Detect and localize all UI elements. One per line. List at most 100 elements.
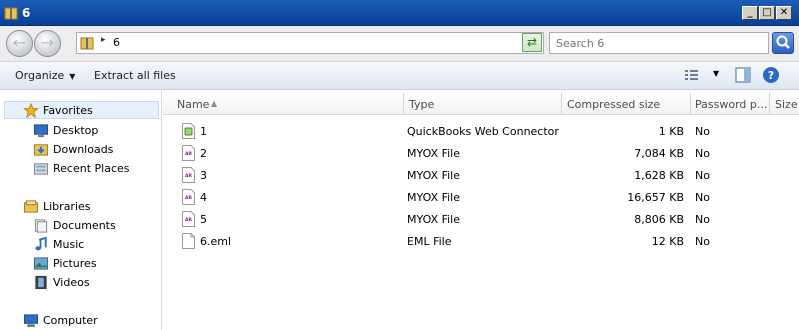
- file-name: 5: [200, 213, 207, 226]
- file-type: MYOX File: [407, 147, 461, 160]
- file-row[interactable]: AR 2 MYOX File 7,084 KB No: [163, 143, 799, 165]
- file-list: Name ▲ Type Compressed size Password p..…: [163, 91, 799, 330]
- nav-libraries-label: Libraries: [43, 200, 91, 213]
- refresh-button[interactable]: ⇄: [522, 33, 542, 52]
- extract-all-button[interactable]: Extract all files: [94, 69, 176, 82]
- preview-pane-icon[interactable]: [735, 67, 751, 83]
- column-compressed-size[interactable]: Compressed size: [562, 93, 691, 115]
- file-compressed-size: 1,628 KB: [634, 169, 684, 182]
- address-bar[interactable]: ▸ 6 ▼: [76, 32, 544, 54]
- file-type: MYOX File: [407, 169, 461, 182]
- file-type: QuickBooks Web Connector ...: [407, 125, 561, 138]
- file-row[interactable]: AR 4 MYOX File 16,657 KB No: [163, 187, 799, 209]
- search-input[interactable]: [550, 33, 768, 53]
- file-password: No: [695, 213, 710, 226]
- sort-up-icon: ▲: [211, 99, 218, 108]
- file-password: No: [695, 235, 710, 248]
- nav-computer[interactable]: Computer: [23, 312, 143, 330]
- column-name-label: Name: [177, 98, 210, 111]
- nav-downloads[interactable]: Downloads: [33, 141, 153, 159]
- nav-downloads-label: Downloads: [53, 143, 114, 156]
- column-header: Name ▲ Type Compressed size Password p..…: [163, 93, 799, 115]
- file-name: 4: [200, 191, 207, 204]
- file-password: No: [695, 125, 710, 138]
- column-name[interactable]: Name ▲: [163, 93, 404, 115]
- file-row[interactable]: AR 3 MYOX File 1,628 KB No: [163, 165, 799, 187]
- help-icon[interactable]: ?: [762, 66, 780, 84]
- nav-videos[interactable]: Videos: [33, 274, 153, 292]
- nav-recent-places-label: Recent Places: [53, 162, 130, 175]
- libraries-icon: [23, 200, 39, 213]
- eml-file-icon: [182, 233, 195, 249]
- zip-folder-icon: [4, 7, 18, 20]
- nav-favorites-label: Favorites: [43, 104, 93, 117]
- svg-text:?: ?: [768, 69, 774, 82]
- music-icon: [35, 237, 47, 251]
- myox-file-icon: AR: [182, 211, 195, 227]
- view-dropdown-icon[interactable]: ▼: [713, 69, 719, 78]
- qwc-file-icon: [182, 123, 195, 139]
- file-compressed-size: 8,806 KB: [634, 213, 684, 226]
- column-size[interactable]: Size: [770, 93, 799, 115]
- svg-text:AR: AR: [185, 151, 192, 157]
- view-options-icon[interactable]: [684, 68, 702, 82]
- svg-text:AR: AR: [185, 173, 192, 179]
- column-type[interactable]: Type: [404, 93, 562, 115]
- nav-music[interactable]: Music: [33, 236, 153, 254]
- file-password: No: [695, 147, 710, 160]
- search-icon: [776, 35, 790, 49]
- nav-desktop[interactable]: Desktop: [33, 122, 153, 140]
- column-size-label: Size: [775, 98, 798, 111]
- maximize-button[interactable]: □: [759, 6, 775, 20]
- file-type: MYOX File: [407, 191, 461, 204]
- breadcrumb-item[interactable]: 6: [113, 36, 120, 49]
- back-button[interactable]: ←: [6, 30, 33, 57]
- svg-text:AR: AR: [185, 217, 192, 223]
- nav-documents[interactable]: Documents: [33, 217, 153, 235]
- nav-pictures-label: Pictures: [53, 257, 97, 270]
- nav-favorites[interactable]: Favorites: [4, 101, 159, 119]
- nav-buttons: ← →: [6, 30, 62, 58]
- documents-icon: [34, 219, 48, 233]
- nav-music-label: Music: [53, 238, 85, 251]
- column-password[interactable]: Password p...: [691, 93, 770, 115]
- nav-documents-label: Documents: [53, 219, 116, 232]
- navigation-pane: Favorites Desktop Downloads Recent Place…: [0, 91, 162, 330]
- file-name: 3: [200, 169, 207, 182]
- file-type: MYOX File: [407, 213, 461, 226]
- file-password: No: [695, 169, 710, 182]
- nav-pictures[interactable]: Pictures: [33, 255, 153, 273]
- breadcrumb-separator-icon[interactable]: ▸: [101, 35, 106, 45]
- nav-desktop-label: Desktop: [53, 124, 99, 137]
- downloads-folder-icon: [33, 144, 49, 156]
- myox-file-icon: AR: [182, 189, 195, 205]
- chevron-down-icon: ▼: [69, 72, 76, 81]
- nav-recent-places[interactable]: Recent Places: [33, 160, 158, 178]
- search-button[interactable]: [772, 32, 794, 54]
- title-bar: 6 _ □ ✕: [0, 0, 799, 26]
- refresh-icon: ⇄: [526, 35, 538, 49]
- search-box[interactable]: [549, 32, 769, 54]
- file-row[interactable]: AR 5 MYOX File 8,806 KB No: [163, 209, 799, 231]
- organize-menu[interactable]: Organize ▼: [15, 69, 75, 82]
- forward-button[interactable]: →: [34, 30, 61, 57]
- address-row: ← → ▸ 6 ▼ ⇄: [0, 26, 799, 62]
- close-button[interactable]: ✕: [776, 6, 792, 20]
- star-icon: [23, 103, 39, 118]
- minimize-button[interactable]: _: [742, 6, 758, 20]
- nav-computer-label: Computer: [43, 314, 98, 327]
- myox-file-icon: AR: [182, 167, 195, 183]
- recent-places-icon: [33, 163, 49, 175]
- nav-libraries[interactable]: Libraries: [23, 198, 143, 216]
- column-compressed-size-label: Compressed size: [567, 98, 661, 111]
- file-compressed-size: 12 KB: [651, 235, 684, 248]
- forward-arrow-icon: →: [40, 33, 55, 52]
- organize-label: Organize: [15, 69, 65, 82]
- nav-videos-label: Videos: [53, 276, 90, 289]
- file-name: 6.eml: [200, 235, 232, 248]
- file-row[interactable]: 1 QuickBooks Web Connector ... 1 KB No: [163, 121, 799, 143]
- file-row[interactable]: 6.eml EML File 12 KB No: [163, 231, 799, 253]
- column-password-label: Password p...: [695, 98, 768, 111]
- desktop-icon: [33, 124, 49, 138]
- command-bar: Organize ▼ Extract all files ▼ ?: [0, 62, 799, 90]
